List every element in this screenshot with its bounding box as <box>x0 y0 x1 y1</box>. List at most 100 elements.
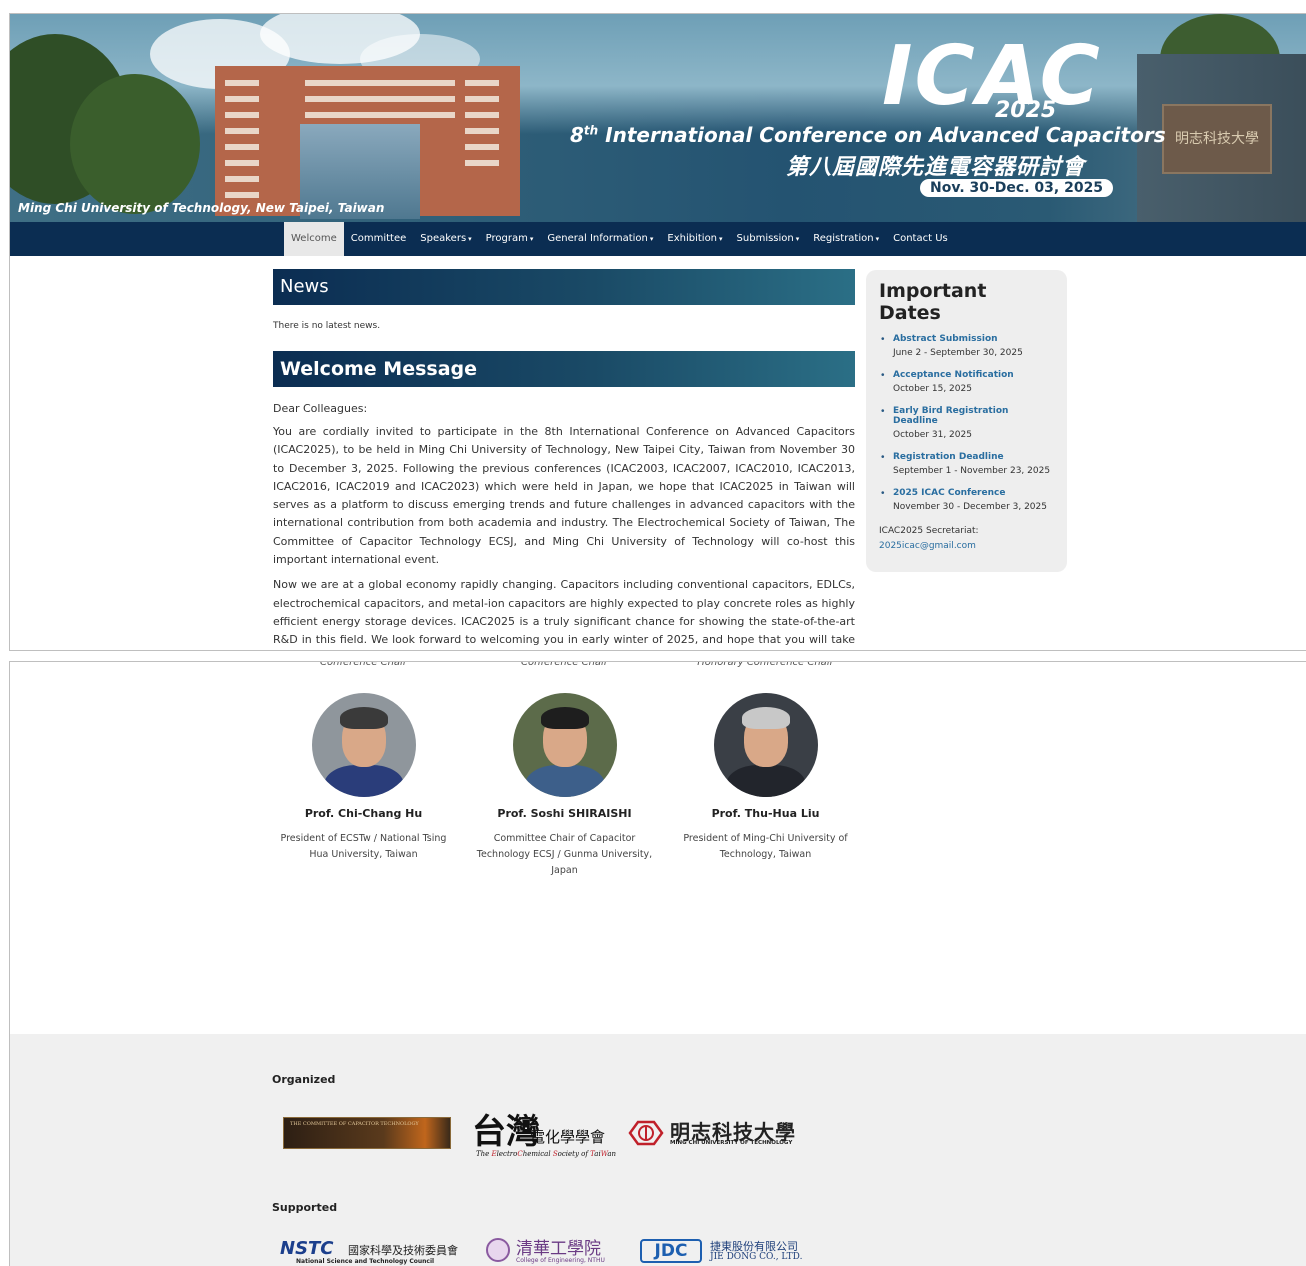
chair-card: Conference Chair Prof. Chi-Chang Hu Presid… <box>263 662 464 863</box>
conference-title-cn: 第八屆國際先進電容器研討會 <box>786 155 1086 180</box>
nav-menu: Welcome Committee Speakers ▾ Program ▾ General… <box>284 222 955 256</box>
bullet-icon: • <box>881 488 885 499</box>
mcut-logo[interactable]: 明志科技大學 MING CHI UNIVERSITY OF TECHNOLOGY <box>628 1116 818 1150</box>
chair-affiliation: Committee Chair of Capacitor Technology … <box>476 833 653 876</box>
chair-card: Conference Chair Prof. Soshi SHIRAISHI Com… <box>464 662 665 879</box>
chair-name: Prof. Thu-Hua Liu <box>711 807 820 820</box>
nav-item-label: Speakers <box>420 233 467 244</box>
page-bottom-section: Conference Chair Prof. Chi-Chang Hu Presid… <box>9 661 1306 1266</box>
nav-item-label: Contact Us <box>893 233 948 244</box>
secretariat-label: ICAC2025 Secretariat: <box>879 526 979 536</box>
news-heading: News <box>273 269 855 305</box>
important-date-item: • Abstract Submission June 2 - September 3… <box>879 334 1054 358</box>
chair-photo <box>311 693 416 797</box>
nav-item-general-information[interactable]: General Information ▾ <box>540 222 660 256</box>
nav-item-contact-us[interactable]: Contact Us <box>886 222 955 256</box>
important-date-label: Acceptance Notification <box>893 370 1014 380</box>
chair-photo-body <box>725 765 806 797</box>
welcome-heading: Welcome Message <box>273 351 855 387</box>
banner-plaque: 明志科技大學 <box>1162 104 1272 174</box>
important-dates-panel: Important Dates • Abstract Submission June… <box>866 270 1067 572</box>
conference-dates-badge: Nov. 30-Dec. 03, 2025 <box>920 179 1114 197</box>
caret-down-icon: ▾ <box>529 235 534 243</box>
nav-item-program[interactable]: Program ▾ <box>479 222 541 256</box>
nstc-logo[interactable]: NSTC 國家科學及技術委員會 National Science and Tec… <box>280 1236 475 1266</box>
important-date-label: Abstract Submission <box>893 334 998 344</box>
chair-card: Honorary Conference Chair Prof. Thu-Hua L… <box>665 662 866 863</box>
nav-item-registration[interactable]: Registration ▾ <box>806 222 886 256</box>
main-navbar: Welcome Committee Speakers ▾ Program ▾ General… <box>10 222 1306 256</box>
nthu-engineering-logo[interactable]: 清華工學院 College of Engineering, NTHU <box>486 1236 621 1266</box>
main-content: News There is no latest news. Welcome Me… <box>273 269 855 650</box>
bullet-icon: • <box>881 334 885 345</box>
page-top-section: 明志科技大學 ICAC 2025 8th International Confe… <box>9 13 1306 651</box>
ecs-taiwan-logo[interactable]: 台灣 電化學學會 The ElectroChemical Society of … <box>472 1104 616 1160</box>
caret-down-icon: ▾ <box>649 235 654 243</box>
important-dates-list: • Abstract Submission June 2 - September 3… <box>879 334 1054 512</box>
chair-photo <box>713 693 818 797</box>
nthu-seal-icon <box>486 1238 510 1262</box>
important-date-value: June 2 - September 30, 2025 <box>893 348 1023 358</box>
caret-down-icon: ▾ <box>468 235 472 243</box>
chair-photo-hair <box>540 707 589 729</box>
important-dates-heading: Important Dates <box>879 280 987 324</box>
bullet-icon: • <box>881 406 885 417</box>
nav-item-welcome[interactable]: Welcome <box>284 222 344 256</box>
important-date-value: October 15, 2025 <box>893 384 972 394</box>
banner-tree <box>70 74 200 214</box>
header-banner: 明志科技大學 ICAC 2025 8th International Confe… <box>10 14 1306 222</box>
nav-item-label: Submission <box>736 233 794 244</box>
chair-affiliation: President of Ming-Chi University of Tech… <box>683 833 848 860</box>
chair-photo-hair <box>339 707 388 729</box>
chair-photo-body <box>524 765 605 797</box>
important-date-label: 2025 ICAC Conference <box>893 488 1006 498</box>
chair-photo <box>512 693 617 797</box>
caret-down-icon: ▾ <box>719 235 723 243</box>
nav-item-label: Registration <box>813 233 874 244</box>
venue-caption: Ming Chi University of Technology, New T… <box>18 201 385 215</box>
important-date-value: September 1 - November 23, 2025 <box>893 466 1051 476</box>
welcome-salutation: Dear Colleagues: <box>273 402 368 415</box>
cct-logo[interactable]: THE COMMITTEE OF CAPACITOR TECHNOLOGY <box>283 1117 451 1149</box>
nav-item-speakers[interactable]: Speakers ▾ <box>413 222 478 256</box>
important-date-item: • 2025 ICAC Conference November 30 - Decem… <box>879 488 1054 512</box>
news-empty-text: There is no latest news. <box>273 321 381 331</box>
chair-name: Prof. Soshi SHIRAISHI <box>497 807 632 820</box>
chair-role: Conference Chair <box>521 661 608 668</box>
nav-item-exhibition[interactable]: Exhibition ▾ <box>660 222 729 256</box>
conference-chairs: Conference Chair Prof. Chi-Chang Hu Presid… <box>263 662 867 902</box>
nav-item-label: Exhibition <box>667 233 718 244</box>
important-date-value: November 30 - December 3, 2025 <box>893 502 1047 512</box>
nav-item-label: Committee <box>350 233 407 244</box>
icac-logo-year: 2025 <box>995 98 1057 123</box>
important-date-item: • Early Bird Registration Deadline October… <box>879 406 1054 440</box>
supported-label: Supported <box>272 1201 338 1214</box>
important-date-value: October 31, 2025 <box>893 430 972 440</box>
mcut-emblem-icon <box>628 1120 664 1146</box>
sponsors-footer: Organized THE COMMITTEE OF CAPACITOR TEC… <box>10 1034 1306 1266</box>
chair-role: Honorary Conference Chair <box>697 661 834 668</box>
chair-name: Prof. Chi-Chang Hu <box>304 807 423 820</box>
important-date-label: Early Bird Registration Deadline <box>893 406 1009 426</box>
nav-item-label: General Information <box>547 233 648 244</box>
caret-down-icon: ▾ <box>795 235 800 243</box>
nav-item-label: Welcome <box>291 233 337 244</box>
important-date-item: • Acceptance Notification October 15, 2025 <box>879 370 1054 394</box>
icac-logo: ICAC <box>882 29 1102 124</box>
nav-item-committee[interactable]: Committee <box>344 222 414 256</box>
chair-affiliation: President of ECSTw / National Tsing Hua … <box>280 833 447 860</box>
important-date-item: • Registration Deadline September 1 - Nove… <box>879 452 1054 476</box>
bullet-icon: • <box>881 370 885 381</box>
nav-item-submission[interactable]: Submission ▾ <box>730 222 807 256</box>
welcome-paragraph: You are cordially invited to participate… <box>273 425 855 567</box>
chair-photo-hair <box>741 707 790 729</box>
chair-role: Conference Chair <box>320 661 407 668</box>
secretariat-email-link[interactable]: 2025icac@gmail.com <box>879 541 1054 551</box>
organized-label: Organized <box>272 1073 336 1086</box>
chair-photo-body <box>323 765 404 797</box>
welcome-paragraph: Now we are at a global economy rapidly c… <box>273 578 855 647</box>
caret-down-icon: ▾ <box>875 235 880 243</box>
bullet-icon: • <box>881 452 885 463</box>
important-date-label: Registration Deadline <box>893 452 1004 462</box>
jdc-logo[interactable]: JDC 捷東股份有限公司 JIE DONG CO., LTD. <box>640 1236 815 1266</box>
